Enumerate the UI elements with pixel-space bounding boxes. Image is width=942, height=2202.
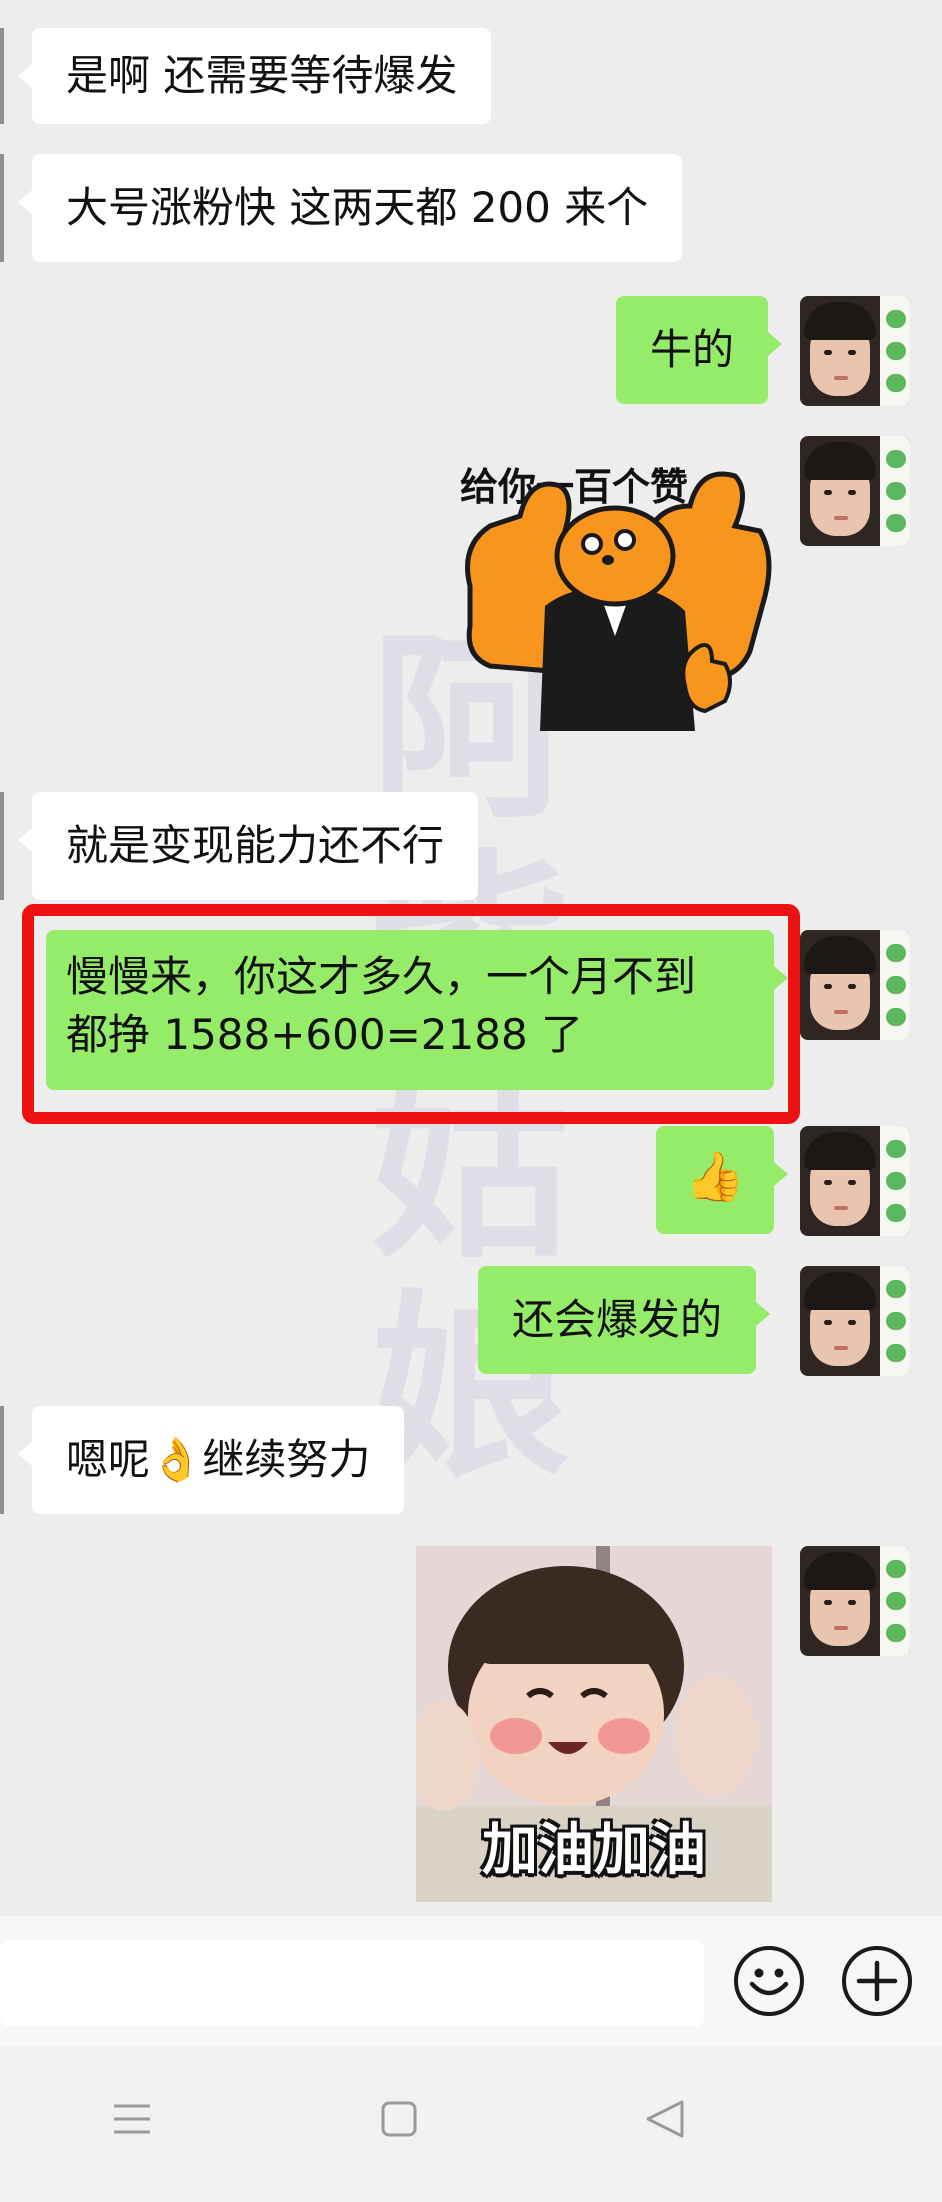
message-input[interactable] xyxy=(0,1940,704,2026)
left-edge-avatar-sliver xyxy=(0,1406,4,1514)
outgoing-message[interactable]: 还会爆发的 xyxy=(478,1266,771,1374)
user-avatar[interactable] xyxy=(800,930,910,1040)
home-square-icon[interactable] xyxy=(381,2101,417,2137)
user-avatar[interactable] xyxy=(800,436,910,546)
message-text: 嗯呢 xyxy=(66,1435,151,1484)
incoming-message[interactable]: 就是变现能力还不行 xyxy=(17,792,479,900)
user-avatar[interactable] xyxy=(800,1126,910,1236)
left-edge-avatar-sliver xyxy=(0,28,4,124)
thumbs-up-bear-sticker[interactable]: 给你一百个赞 xyxy=(450,436,780,736)
sticker-caption: 加油加油 xyxy=(482,1818,706,1883)
message-text: 继续努力 xyxy=(202,1435,371,1484)
baby-cheer-sticker[interactable]: 加油加油 xyxy=(416,1546,772,1902)
outgoing-message-highlighted[interactable]: 慢慢来，你这才多久，一个月不到 都挣 1588+600=2188 了 xyxy=(46,930,788,1090)
incoming-message[interactable]: 大号涨粉快 这两天都 200 来个 xyxy=(17,154,683,262)
message-line: 慢慢来，你这才多久，一个月不到 xyxy=(66,952,697,1001)
input-bar xyxy=(0,1916,942,2046)
user-avatar[interactable] xyxy=(800,1266,910,1376)
smiley-icon[interactable] xyxy=(734,1946,804,2016)
message-line: 都挣 1588+600=2188 了 xyxy=(66,1010,584,1059)
left-edge-avatar-sliver xyxy=(0,154,4,262)
thumbs-up-emoji-message[interactable]: 👍 xyxy=(656,1126,788,1234)
chat-area[interactable]: 阿紫姑娘 是啊 还需要等待爆发 大号涨粉快 这两天都 200 来个 牛的 给你一… xyxy=(0,0,942,1915)
left-edge-avatar-sliver xyxy=(0,792,4,900)
user-avatar[interactable] xyxy=(800,296,910,406)
user-avatar[interactable] xyxy=(800,1546,910,1656)
ok-hand-emoji: 👌 xyxy=(150,1435,203,1484)
incoming-message[interactable]: 是啊 还需要等待爆发 xyxy=(17,28,492,124)
system-navigation-bar xyxy=(0,2046,942,2202)
incoming-message[interactable]: 嗯呢👌继续努力 xyxy=(17,1406,405,1514)
outgoing-message[interactable]: 牛的 xyxy=(616,296,783,404)
back-triangle-icon[interactable] xyxy=(646,2100,684,2138)
menu-icon[interactable] xyxy=(114,2104,150,2134)
plus-circle-icon[interactable] xyxy=(842,1946,912,2016)
